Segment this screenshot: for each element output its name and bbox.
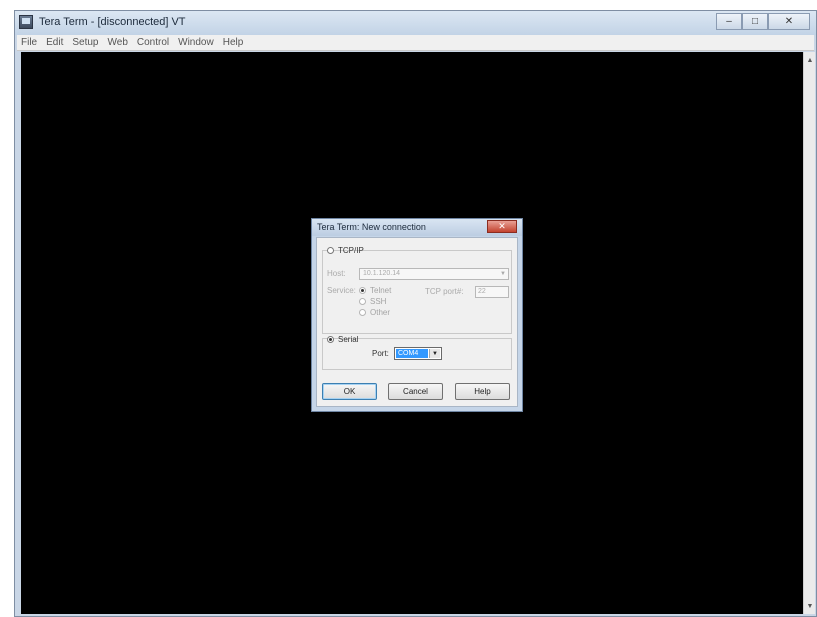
menu-window[interactable]: Window: [178, 37, 214, 48]
cancel-button[interactable]: Cancel: [388, 383, 443, 400]
menu-bar: File Edit Setup Web Control Window Help: [17, 35, 814, 51]
port-value: COM4: [396, 349, 428, 358]
menu-web[interactable]: Web: [108, 37, 128, 48]
window-controls: – □ ✕: [716, 13, 810, 30]
ssh-radio-label: SSH: [370, 297, 387, 306]
host-combobox[interactable]: 10.1.120.14 ▼: [359, 268, 509, 280]
host-label: Host:: [327, 269, 346, 278]
dialog-title-bar[interactable]: Tera Term: New connection ✕: [312, 219, 522, 236]
help-button[interactable]: Help: [455, 383, 510, 400]
teraterm-app-icon[interactable]: [19, 15, 33, 29]
dialog-close-button[interactable]: ✕: [487, 220, 517, 233]
menu-control[interactable]: Control: [137, 37, 169, 48]
tcp-port-label: TCP port#:: [425, 287, 464, 296]
service-other-radio[interactable]: Other: [359, 308, 390, 317]
tcpip-radio-dot: [327, 247, 334, 254]
host-value: 10.1.120.14: [363, 270, 400, 277]
other-radio-label: Other: [370, 308, 391, 317]
tcpip-radio-label: TCP/IP: [338, 246, 364, 255]
title-bar[interactable]: Tera Term - [disconnected] VT – □ ✕: [15, 11, 816, 35]
left-edge: [0, 40, 14, 617]
scroll-up-arrow-icon[interactable]: ▲: [805, 54, 815, 66]
scroll-down-arrow-icon[interactable]: ▼: [805, 600, 815, 612]
service-ssh-radio[interactable]: SSH: [359, 297, 386, 306]
serial-radio[interactable]: Serial: [327, 335, 358, 344]
service-telnet-radio[interactable]: Telnet: [359, 286, 391, 295]
menu-edit[interactable]: Edit: [46, 37, 63, 48]
ok-button[interactable]: OK: [322, 383, 377, 400]
menu-help[interactable]: Help: [223, 37, 244, 48]
dialog-body: TCP/IP Host: 10.1.120.14 ▼ Service: Teln…: [316, 237, 518, 407]
menu-file[interactable]: File: [21, 37, 37, 48]
dialog-title: Tera Term: New connection: [317, 222, 426, 232]
port-label: Port:: [372, 349, 389, 358]
telnet-radio-dot: [359, 287, 366, 294]
new-connection-dialog: Tera Term: New connection ✕ TCP/IP Host:…: [311, 218, 523, 412]
minimize-button[interactable]: –: [716, 13, 742, 30]
port-select[interactable]: COM4 ▼: [394, 347, 442, 360]
vertical-scrollbar[interactable]: ▲ ▼: [803, 52, 815, 614]
menu-setup[interactable]: Setup: [72, 37, 98, 48]
ssh-radio-dot: [359, 298, 366, 305]
maximize-button[interactable]: □: [742, 13, 768, 30]
serial-radio-dot: [327, 336, 334, 343]
tcp-port-value: 22: [478, 288, 486, 295]
serial-radio-label: Serial: [338, 335, 359, 344]
service-label: Service:: [327, 286, 356, 295]
close-button[interactable]: ✕: [768, 13, 810, 30]
tcpip-radio[interactable]: TCP/IP: [327, 246, 364, 255]
other-radio-dot: [359, 309, 366, 316]
port-dropdown-arrow-icon[interactable]: ▼: [429, 349, 440, 358]
host-dropdown-arrow-icon[interactable]: ▼: [499, 270, 507, 278]
window-title: Tera Term - [disconnected] VT: [39, 16, 186, 28]
tcp-port-field[interactable]: 22: [475, 286, 509, 298]
telnet-radio-label: Telnet: [370, 286, 392, 295]
